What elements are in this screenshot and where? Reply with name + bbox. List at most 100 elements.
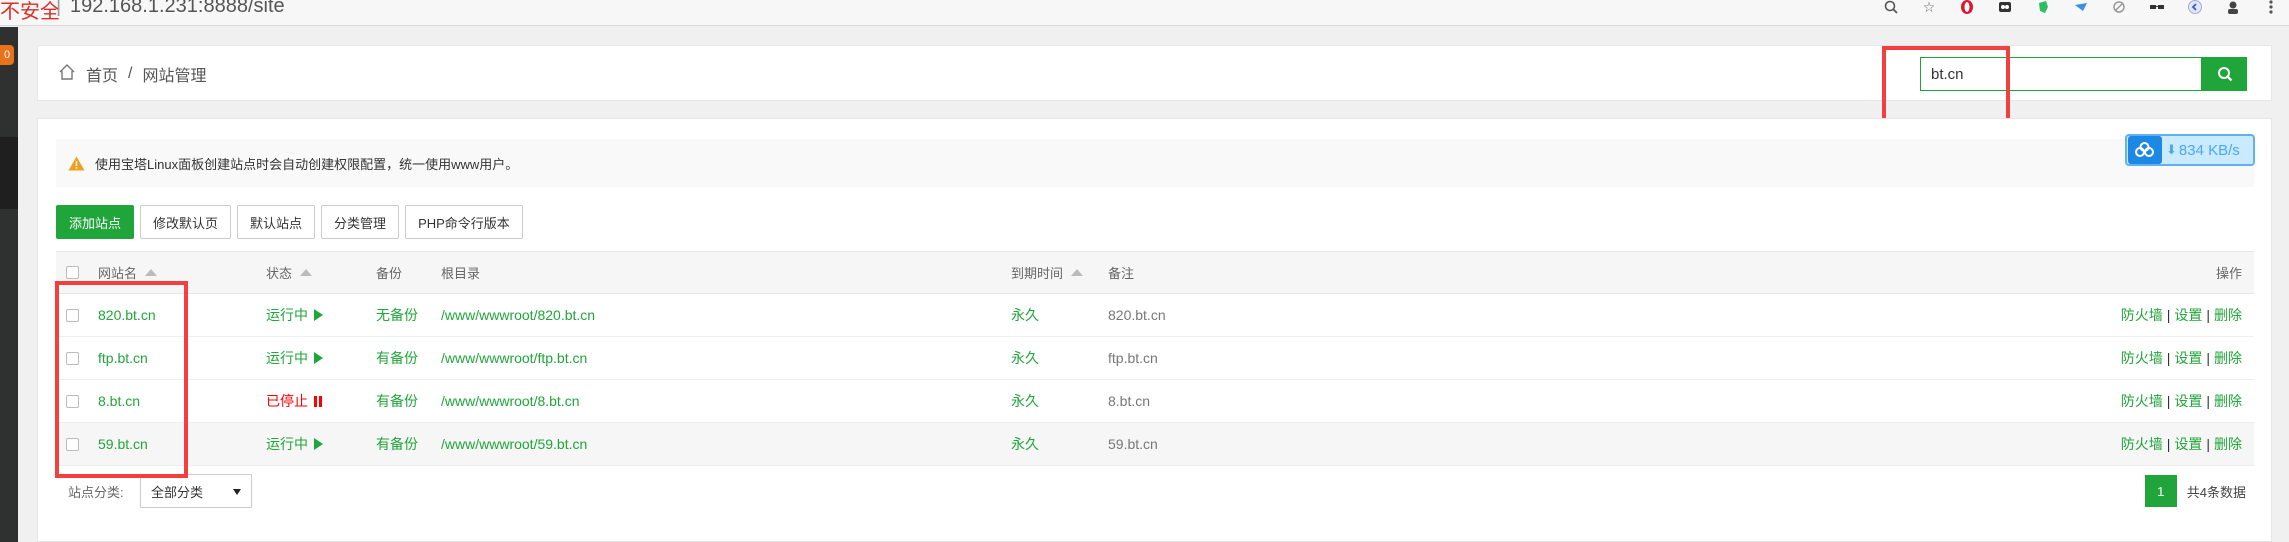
row-actions: 防火墙 | 设置 | 删除 — [2121, 423, 2242, 465]
speed-value: 834 KB/s — [2178, 141, 2240, 159]
backup-link[interactable]: 有备份 — [376, 380, 418, 422]
firewall-link[interactable]: 防火墙 — [2121, 348, 2163, 368]
toolbar: 添加站点 修改默认页 默认站点 分类管理 PHP命令行版本 — [56, 205, 523, 239]
action-separator: | — [2166, 307, 2171, 323]
profile-icon[interactable] — [2187, 0, 2203, 14]
default-site-button[interactable]: 默认站点 — [237, 205, 316, 239]
site-status-toggle[interactable]: 已停止 — [266, 380, 322, 422]
remark-field[interactable]: ftp.bt.cn — [1108, 337, 1158, 379]
header-root: 根目录 — [441, 266, 481, 281]
backup-link[interactable]: 无备份 — [376, 294, 418, 336]
chevron-down-icon — [233, 489, 241, 495]
backup-link[interactable]: 有备份 — [376, 423, 418, 465]
sort-icon — [1071, 269, 1084, 276]
glasses-icon[interactable] — [2149, 0, 2165, 14]
row-actions: 防火墙 | 设置 | 删除 — [2121, 294, 2242, 336]
main-card: 使用宝塔Linux面板创建站点时会自动创建权限配置，统一使用www用户。 ⬇ 8… — [37, 118, 2272, 542]
root-dir-link[interactable]: /www/wwwroot/8.bt.cn — [441, 380, 579, 422]
header-expire[interactable]: 到期时间 — [1011, 252, 1084, 293]
delete-link[interactable]: 删除 — [2214, 348, 2242, 368]
firewall-link[interactable]: 防火墙 — [2121, 391, 2163, 411]
category-select[interactable]: 全部分类 — [140, 474, 252, 508]
address-bar[interactable]: 192.168.1.231:8888/site — [70, 0, 285, 18]
warning-icon — [68, 156, 85, 170]
highlight-box-names — [55, 281, 188, 478]
avatar-icon[interactable] — [2225, 0, 2241, 14]
remark-field[interactable]: 820.bt.cn — [1108, 294, 1166, 336]
notice-text: 使用宝塔Linux面板创建站点时会自动创建权限配置，统一使用www用户。 — [95, 156, 519, 172]
page-number[interactable]: 1 — [2144, 475, 2177, 507]
search-icon — [2217, 67, 2232, 82]
edit-default-page-button[interactable]: 修改默认页 — [140, 205, 232, 239]
sort-icon — [300, 269, 313, 276]
total-count: 共4条数据 — [2186, 484, 2246, 500]
table-row: 8.bt.cn 已停止 有备份/www/wwwroot/8.bt.cn 永久 8.bt.… — [56, 380, 2254, 423]
action-separator: | — [2166, 393, 2171, 409]
action-separator: | — [2206, 436, 2210, 452]
delete-link[interactable]: 删除 — [2214, 391, 2242, 411]
breadcrumb-separator: / — [128, 65, 133, 82]
zoom-icon[interactable] — [1883, 0, 1899, 14]
row-actions: 防火墙 | 设置 | 删除 — [2121, 380, 2242, 422]
pagination: 1 共4条数据 — [2144, 474, 2246, 508]
breadcrumb: 首页 / 网站管理 — [58, 46, 206, 102]
site-status-toggle[interactable]: 运行中 — [266, 337, 323, 379]
action-separator: | — [2166, 436, 2171, 452]
root-dir-link[interactable]: /www/wwwroot/820.bt.cn — [441, 294, 595, 336]
add-site-button[interactable]: 添加站点 — [56, 205, 135, 239]
site-status-toggle[interactable]: 运行中 — [266, 423, 323, 465]
expire-link[interactable]: 永久 — [1011, 423, 1039, 465]
speed-widget[interactable]: ⬇ 834 KB/s — [2125, 134, 2255, 166]
expire-link[interactable]: 永久 — [1011, 337, 1039, 379]
play-icon — [314, 309, 323, 321]
play-icon — [314, 352, 323, 364]
settings-link[interactable]: 设置 — [2174, 305, 2202, 325]
header-status[interactable]: 状态 — [266, 252, 313, 293]
remark-field[interactable]: 8.bt.cn — [1108, 380, 1150, 422]
menu-icon[interactable] — [2263, 0, 2279, 14]
expire-link[interactable]: 永久 — [1011, 380, 1039, 422]
site-status-toggle[interactable]: 运行中 — [266, 294, 323, 336]
breadcrumb-home[interactable]: 首页 — [86, 62, 118, 86]
evernote-icon[interactable] — [2035, 0, 2051, 14]
header-actions: 操作 — [2215, 266, 2242, 281]
header-remark: 备注 — [1108, 266, 1135, 281]
notification-badge[interactable]: 0 — [0, 45, 14, 65]
search-button[interactable] — [2202, 57, 2247, 91]
row-actions: 防火墙 | 设置 | 删除 — [2121, 337, 2242, 379]
backup-link[interactable]: 有备份 — [376, 337, 418, 379]
sidebar-active-item[interactable] — [0, 137, 18, 209]
delete-link[interactable]: 删除 — [2214, 305, 2242, 325]
table-row: 59.bt.cn 运行中 有备份/www/wwwroot/59.bt.cn 永久 59.… — [56, 423, 2254, 466]
expire-link[interactable]: 永久 — [1011, 294, 1039, 336]
star-icon[interactable]: ☆ — [1921, 0, 1937, 15]
insecure-label[interactable]: 不安全 — [0, 0, 60, 24]
php-cli-version-button[interactable]: PHP命令行版本 — [405, 205, 523, 239]
root-dir-link[interactable]: /www/wwwroot/ftp.bt.cn — [441, 337, 587, 379]
disabled-extension-icon[interactable] — [2111, 0, 2127, 14]
action-separator: | — [2206, 350, 2210, 366]
header-backup: 备份 — [376, 266, 403, 281]
action-separator: | — [2206, 393, 2210, 409]
settings-link[interactable]: 设置 — [2174, 391, 2202, 411]
category-manage-button[interactable]: 分类管理 — [321, 205, 400, 239]
extension-icon[interactable] — [1997, 0, 2013, 14]
sort-icon — [145, 269, 158, 276]
home-icon[interactable] — [58, 63, 76, 86]
pause-icon — [314, 395, 322, 407]
remark-field[interactable]: 59.bt.cn — [1108, 423, 1158, 465]
opera-icon[interactable] — [1959, 0, 1975, 14]
bird-icon[interactable] — [2073, 0, 2089, 14]
site-table: 网站名 状态 备份 根目录 到期时间 备注 操作 820.bt.cn 运行中 无备份… — [56, 251, 2254, 466]
firewall-link[interactable]: 防火墙 — [2121, 434, 2163, 454]
table-row: 820.bt.cn 运行中 无备份/www/wwwroot/820.bt.cn 永久 8… — [56, 294, 2254, 337]
highlight-box-search — [1882, 46, 2010, 123]
action-separator: | — [2166, 350, 2171, 366]
download-arrow-icon: ⬇ — [2166, 142, 2177, 157]
delete-link[interactable]: 删除 — [2214, 434, 2242, 454]
firewall-link[interactable]: 防火墙 — [2121, 305, 2163, 325]
settings-link[interactable]: 设置 — [2174, 434, 2202, 454]
table-footer: 站点分类: 全部分类 1 共4条数据 — [56, 474, 2254, 508]
settings-link[interactable]: 设置 — [2174, 348, 2202, 368]
root-dir-link[interactable]: /www/wwwroot/59.bt.cn — [441, 423, 587, 465]
